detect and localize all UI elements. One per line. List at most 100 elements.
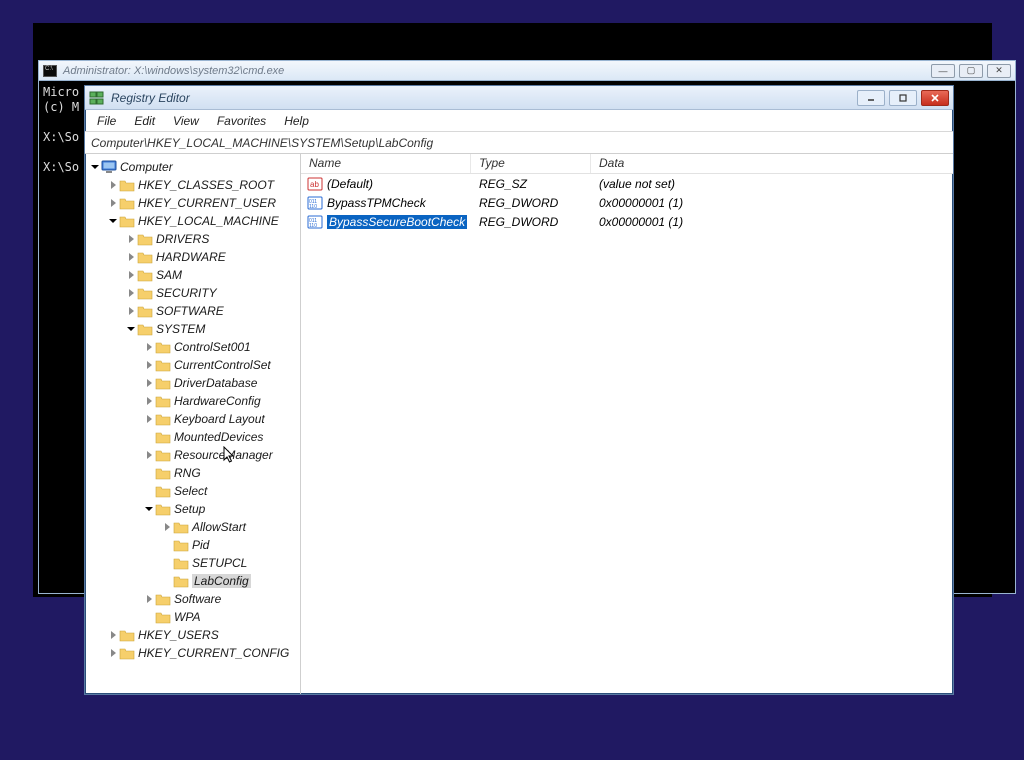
tree-kbl[interactable]: Keyboard Layout	[89, 410, 298, 428]
menu-view[interactable]: View	[165, 112, 207, 130]
tree-setupcl[interactable]: SETUPCL	[89, 554, 298, 572]
value-name: BypassSecureBootCheck	[327, 215, 467, 229]
regedit-minimize-button[interactable]	[857, 90, 885, 106]
tree-ccs[interactable]: CurrentControlSet	[89, 356, 298, 374]
tree-labconfig[interactable]: LabConfig	[89, 572, 298, 590]
regedit-window[interactable]: Registry Editor File Edit View Favorites…	[84, 85, 954, 695]
tree-select[interactable]: Select	[89, 482, 298, 500]
tree-label: Computer	[120, 160, 173, 174]
folder-icon	[137, 268, 153, 282]
tree-label: SYSTEM	[156, 322, 205, 336]
cmd-close-button[interactable]: ✕	[987, 64, 1011, 78]
caret-icon[interactable]	[125, 289, 137, 297]
folder-icon	[155, 412, 171, 426]
tree-label: HARDWARE	[156, 250, 226, 264]
tree-label: DriverDatabase	[174, 376, 257, 390]
dword-value-icon: 011110	[307, 196, 323, 210]
folder-icon	[155, 340, 171, 354]
caret-icon[interactable]	[125, 235, 137, 243]
menu-favorites[interactable]: Favorites	[209, 112, 274, 130]
tree-pid[interactable]: Pid	[89, 536, 298, 554]
folder-icon	[137, 322, 153, 336]
regedit-tree[interactable]: Computer HKEY_CLASSES_ROOT HKEY_CURRENT_…	[85, 154, 301, 694]
tree-hklm[interactable]: HKEY_LOCAL_MACHINE	[89, 212, 298, 230]
tree-hkcu[interactable]: HKEY_CURRENT_USER	[89, 194, 298, 212]
value-row-bypasssecureboot[interactable]: 011110 BypassSecureBootCheck REG_DWORD 0…	[301, 212, 953, 231]
values-list[interactable]: ab (Default) REG_SZ (value not set) 0111…	[301, 174, 953, 694]
tree-setup[interactable]: Setup	[89, 500, 298, 518]
value-row-bypasstpm[interactable]: 011110 BypassTPMCheck REG_DWORD 0x000000…	[301, 193, 953, 212]
caret-icon[interactable]	[161, 523, 173, 531]
tree-label: LabConfig	[192, 574, 251, 588]
regedit-icon	[89, 90, 105, 106]
caret-icon[interactable]	[143, 505, 155, 513]
tree-sam[interactable]: SAM	[89, 266, 298, 284]
cmd-titlebar[interactable]: Administrator: X:\windows\system32\cmd.e…	[39, 61, 1015, 81]
folder-icon	[137, 232, 153, 246]
caret-icon[interactable]	[125, 253, 137, 261]
caret-icon[interactable]	[125, 307, 137, 315]
tree-hwcfg[interactable]: HardwareConfig	[89, 392, 298, 410]
col-data[interactable]: Data	[591, 154, 953, 173]
caret-icon[interactable]	[107, 217, 119, 225]
tree-software[interactable]: Software	[89, 590, 298, 608]
tree-system[interactable]: SYSTEM	[89, 320, 298, 338]
menu-file[interactable]: File	[89, 112, 124, 130]
value-name: BypassTPMCheck	[327, 196, 426, 210]
caret-icon[interactable]	[143, 343, 155, 351]
tree-label: HardwareConfig	[174, 394, 261, 408]
tree-hkcc[interactable]: HKEY_CURRENT_CONFIG	[89, 644, 298, 662]
regedit-address-bar[interactable]: Computer\HKEY_LOCAL_MACHINE\SYSTEM\Setup…	[85, 132, 953, 154]
regedit-values-pane[interactable]: Name Type Data ab (Default) REG_SZ (valu…	[301, 154, 953, 694]
caret-icon[interactable]	[143, 397, 155, 405]
caret-icon[interactable]	[143, 379, 155, 387]
menu-help[interactable]: Help	[276, 112, 317, 130]
tree-label: DRIVERS	[156, 232, 209, 246]
tree-security[interactable]: SECURITY	[89, 284, 298, 302]
folder-icon	[173, 574, 189, 588]
col-name[interactable]: Name	[301, 154, 471, 173]
tree-hardware[interactable]: HARDWARE	[89, 248, 298, 266]
regedit-titlebar[interactable]: Registry Editor	[85, 86, 953, 110]
caret-icon[interactable]	[89, 163, 101, 171]
caret-icon[interactable]	[107, 649, 119, 657]
tree-hkcr[interactable]: HKEY_CLASSES_ROOT	[89, 176, 298, 194]
tree-mdev[interactable]: MountedDevices	[89, 428, 298, 446]
regedit-close-button[interactable]	[921, 90, 949, 106]
values-header[interactable]: Name Type Data	[301, 154, 953, 174]
caret-icon[interactable]	[143, 361, 155, 369]
caret-icon[interactable]	[143, 595, 155, 603]
tree-rng[interactable]: RNG	[89, 464, 298, 482]
tree-cs001[interactable]: ControlSet001	[89, 338, 298, 356]
regedit-maximize-button[interactable]	[889, 90, 917, 106]
value-row-default[interactable]: ab (Default) REG_SZ (value not set)	[301, 174, 953, 193]
tree-computer[interactable]: Computer	[89, 158, 298, 176]
folder-icon	[155, 358, 171, 372]
cmd-maximize-button[interactable]: ▢	[959, 64, 983, 78]
tree-allowstart[interactable]: AllowStart	[89, 518, 298, 536]
folder-icon	[155, 466, 171, 480]
tree-label: HKEY_USERS	[138, 628, 219, 642]
cmd-minimize-button[interactable]: —	[931, 64, 955, 78]
svg-text:ab: ab	[310, 180, 319, 189]
tree-wpa[interactable]: WPA	[89, 608, 298, 626]
tree-label: Pid	[192, 538, 209, 552]
tree-label: SAM	[156, 268, 182, 282]
caret-icon[interactable]	[143, 415, 155, 423]
folder-icon	[119, 646, 135, 660]
caret-icon[interactable]	[125, 325, 137, 333]
tree-drivers[interactable]: DRIVERS	[89, 230, 298, 248]
caret-icon[interactable]	[107, 199, 119, 207]
caret-icon[interactable]	[125, 271, 137, 279]
tree-drvdb[interactable]: DriverDatabase	[89, 374, 298, 392]
tree-resmgr[interactable]: ResourceManager	[89, 446, 298, 464]
menu-edit[interactable]: Edit	[126, 112, 163, 130]
tree-software-caps[interactable]: SOFTWARE	[89, 302, 298, 320]
caret-icon[interactable]	[107, 181, 119, 189]
tree-hku[interactable]: HKEY_USERS	[89, 626, 298, 644]
value-type: REG_SZ	[471, 177, 591, 191]
tree-label: ControlSet001	[174, 340, 251, 354]
col-type[interactable]: Type	[471, 154, 591, 173]
caret-icon[interactable]	[107, 631, 119, 639]
caret-icon[interactable]	[143, 451, 155, 459]
